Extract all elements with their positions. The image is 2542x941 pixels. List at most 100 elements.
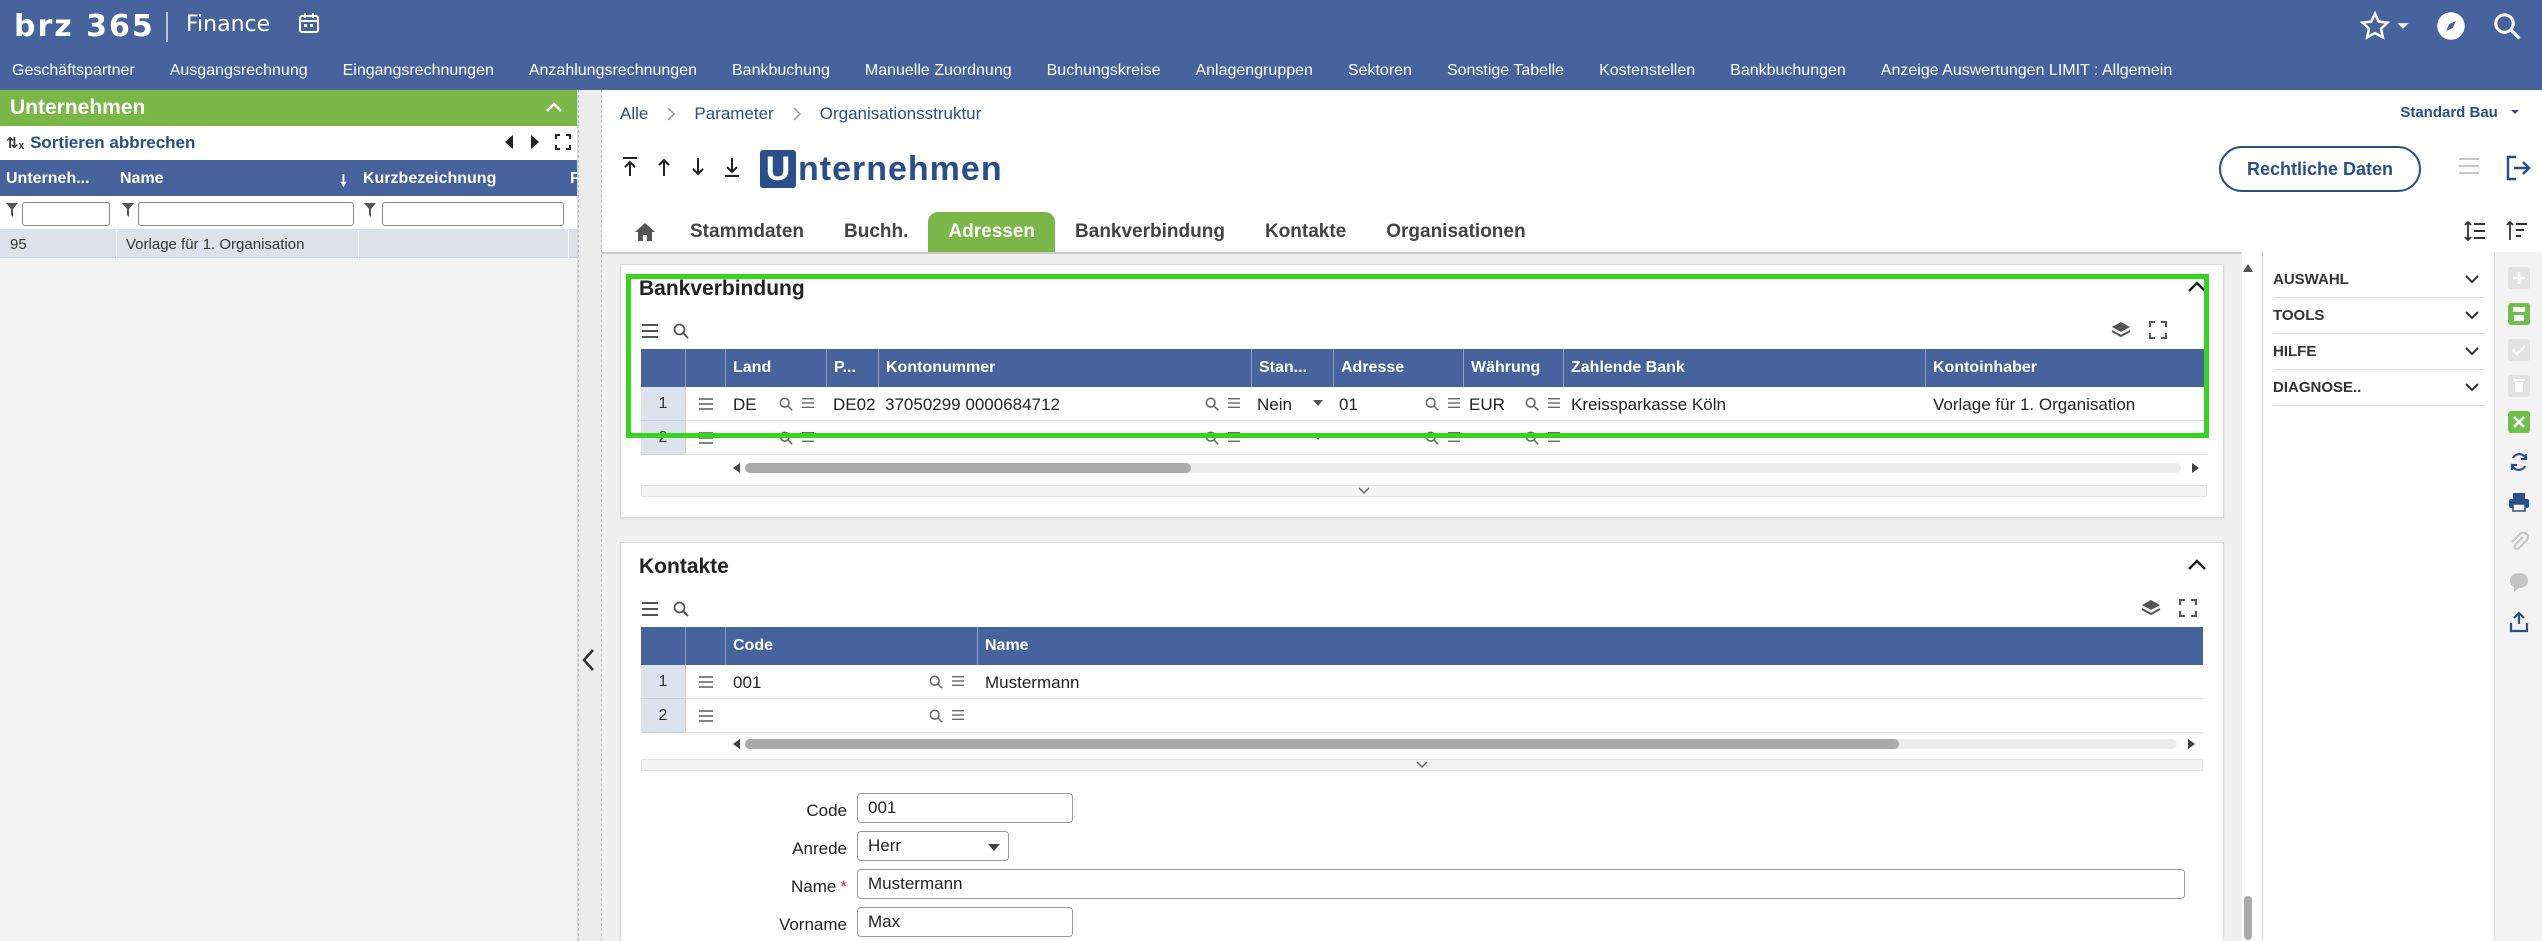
breadcrumb-alle[interactable]: Alle	[620, 104, 648, 124]
nav-item-anzeige-auswertungen[interactable]: Anzeige Auswertungen LIMIT : Allgemein	[1881, 62, 2172, 80]
save-icon[interactable]	[2505, 300, 2533, 328]
tab-organisationen[interactable]: Organisationen	[1366, 212, 1545, 252]
nav-item-sonstige-tabelle[interactable]: Sonstige Tabelle	[1447, 62, 1564, 80]
scroll-thumb[interactable]	[2244, 896, 2252, 940]
scroll-thumb[interactable]	[745, 739, 1899, 749]
nav-item-eingangsrechnungen[interactable]: Eingangsrechnungen	[343, 62, 494, 80]
fullscreen-icon[interactable]	[555, 134, 571, 150]
favorites-star-icon[interactable]	[2360, 11, 2410, 41]
first-record-icon[interactable]	[622, 156, 638, 178]
row-height-icon[interactable]	[2464, 220, 2486, 242]
vertical-scrollbar[interactable]	[2240, 262, 2256, 941]
tab-kontakte[interactable]: Kontakte	[1245, 212, 1366, 252]
auswahl-section[interactable]: AUSWAHL	[2273, 262, 2485, 298]
prev-icon[interactable]	[503, 134, 515, 150]
nav-item-bankbuchungen[interactable]: Bankbuchungen	[1730, 62, 1846, 80]
nav-item-anzahlungsrechnungen[interactable]: Anzahlungsrechnungen	[529, 62, 697, 80]
menu-icon[interactable]	[641, 601, 659, 617]
cancel-sort-link[interactable]: Sortieren abbrechen	[30, 133, 195, 153]
fullscreen-icon[interactable]	[2179, 599, 2197, 617]
grid-expander[interactable]	[641, 485, 2207, 497]
column-unternehmen[interactable]: Unterneh...	[6, 170, 90, 188]
scroll-right-icon[interactable]	[2187, 739, 2195, 749]
menu-icon[interactable]	[2457, 156, 2481, 176]
name-field[interactable]: Mustermann	[857, 869, 2185, 899]
search-icon[interactable]	[929, 675, 943, 689]
compass-icon[interactable]	[2436, 11, 2466, 41]
horizontal-scrollbar[interactable]	[725, 733, 2203, 755]
delete-icon[interactable]	[2505, 372, 2533, 400]
rechtliche-daten-button[interactable]: Rechtliche Daten	[2219, 146, 2421, 192]
refresh-icon[interactable]	[2505, 448, 2533, 476]
text-size-icon[interactable]	[2506, 220, 2528, 242]
company-selector[interactable]: Standard Bau	[2400, 104, 2520, 121]
vorname-field[interactable]: Max	[857, 907, 1073, 937]
next-record-icon[interactable]	[690, 156, 706, 178]
column-kurzbezeichnung[interactable]: Kurzbezeichnung	[363, 170, 496, 188]
scroll-up-icon[interactable]	[2243, 264, 2253, 272]
search-icon[interactable]	[929, 709, 943, 723]
panel-splitter[interactable]	[578, 90, 602, 941]
nav-item-ausgangsrechnung[interactable]: Ausgangsrechnung	[170, 62, 308, 80]
nav-item-anlagengruppen[interactable]: Anlagengruppen	[1195, 62, 1312, 80]
breadcrumb-parameter[interactable]: Parameter	[694, 104, 773, 124]
scroll-left-icon[interactable]	[733, 739, 741, 749]
calendar-icon[interactable]	[298, 12, 320, 34]
anrede-select[interactable]: Herr	[857, 831, 1009, 861]
scroll-right-icon[interactable]	[2191, 463, 2199, 473]
list-icon[interactable]	[951, 675, 965, 687]
tools-section[interactable]: TOOLS	[2273, 298, 2485, 334]
logout-icon[interactable]	[2504, 154, 2532, 182]
filter-input-name[interactable]	[138, 202, 354, 226]
hilfe-section[interactable]: HILFE	[2273, 334, 2485, 370]
brz-logo[interactable]: brz 365	[14, 8, 155, 44]
filter-input-kurzbezeichnung[interactable]	[382, 202, 564, 226]
confirm-icon[interactable]	[2505, 336, 2533, 364]
table-row[interactable]: 1 001 Mustermann	[641, 665, 2203, 699]
grid-expander[interactable]	[641, 759, 2203, 771]
row-handle[interactable]	[685, 665, 725, 699]
tab-adressen[interactable]: Adressen	[928, 212, 1056, 252]
cell-code[interactable]: 001	[733, 673, 761, 693]
tab-stammdaten[interactable]: Stammdaten	[670, 212, 824, 252]
column-code[interactable]: Code	[733, 637, 773, 655]
horizontal-scrollbar[interactable]	[725, 457, 2207, 479]
nav-item-manuelle-zuordnung[interactable]: Manuelle Zuordnung	[865, 62, 1012, 80]
breadcrumb-organisationsstruktur[interactable]: Organisationsstruktur	[820, 104, 982, 124]
attachment-icon[interactable]	[2505, 528, 2533, 556]
search-icon[interactable]	[673, 601, 689, 617]
layers-icon[interactable]	[2141, 599, 2161, 617]
previous-record-icon[interactable]	[656, 156, 672, 178]
export-icon[interactable]	[2505, 608, 2533, 636]
collapse-up-icon[interactable]	[545, 100, 563, 114]
row-handle[interactable]	[685, 699, 725, 733]
last-record-icon[interactable]	[724, 156, 740, 178]
list-icon[interactable]	[951, 709, 965, 721]
column-name[interactable]: Name	[985, 637, 1029, 655]
cell-name[interactable]: Mustermann	[985, 673, 1079, 693]
nav-item-bankbuchung[interactable]: Bankbuchung	[732, 62, 830, 80]
next-icon[interactable]	[529, 134, 541, 150]
print-icon[interactable]	[2505, 488, 2533, 516]
code-field[interactable]: 001	[857, 793, 1073, 823]
nav-item-buchungskreise[interactable]: Buchungskreise	[1047, 62, 1161, 80]
tab-bankverbindung[interactable]: Bankverbindung	[1055, 212, 1245, 252]
collapse-up-icon[interactable]	[2187, 557, 2207, 571]
tab-buchh[interactable]: Buchh.	[824, 212, 928, 252]
filter-input-unternehmen[interactable]	[22, 202, 110, 226]
table-row[interactable]: 2	[641, 699, 2203, 733]
nav-item-sektoren[interactable]: Sektoren	[1348, 62, 1412, 80]
cancel-icon[interactable]	[2505, 408, 2533, 436]
scroll-thumb[interactable]	[745, 463, 1191, 473]
add-icon[interactable]	[2505, 264, 2533, 292]
comment-icon[interactable]	[2505, 568, 2533, 596]
search-icon[interactable]	[2492, 11, 2522, 41]
column-name[interactable]: Name	[120, 170, 164, 188]
diagnose-section[interactable]: DIAGNOSE..	[2273, 370, 2485, 406]
tab-home[interactable]	[620, 212, 670, 252]
nav-item-geschaeftspartner[interactable]: Geschäftspartner	[12, 62, 135, 80]
list-item[interactable]: 95 Vorlage für 1. Organisation	[0, 230, 577, 258]
collapse-left-icon[interactable]	[580, 648, 598, 672]
nav-item-kostenstellen[interactable]: Kostenstellen	[1599, 62, 1695, 80]
scroll-left-icon[interactable]	[733, 463, 741, 473]
